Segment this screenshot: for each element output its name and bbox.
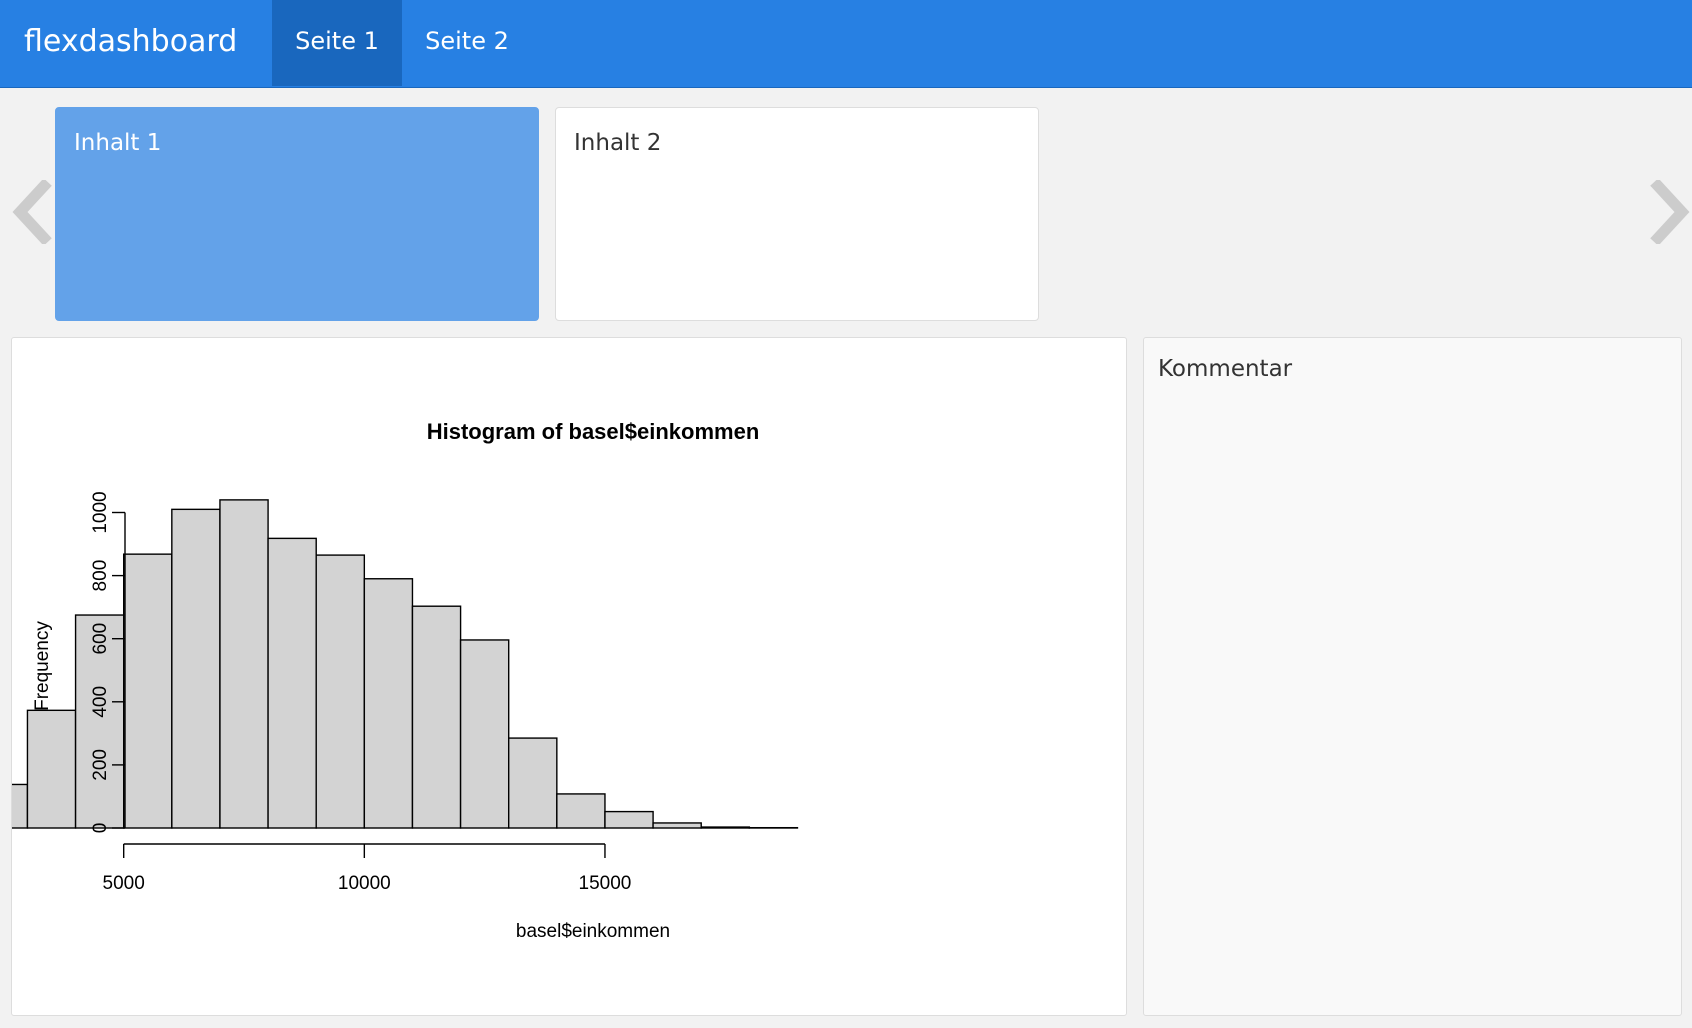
card-title: Inhalt 2 bbox=[574, 130, 662, 156]
card-inhalt-2[interactable]: Inhalt 2 bbox=[555, 107, 1039, 321]
histogram-chart: Histogram of basel$einkommen basel$einko… bbox=[0, 419, 799, 942]
tab-seite-1[interactable]: Seite 1 bbox=[272, 0, 402, 86]
navbar: flexdashboard Seite 1 Seite 2 bbox=[0, 0, 1692, 88]
y-tick-label: 800 bbox=[90, 560, 111, 592]
histogram-bar bbox=[508, 737, 558, 829]
card-title: Inhalt 1 bbox=[74, 130, 162, 156]
comment-title: Kommentar bbox=[1158, 356, 1293, 382]
histogram-bar bbox=[219, 499, 269, 829]
histogram-bar bbox=[556, 793, 606, 829]
x-tick-label: 15000 bbox=[579, 873, 632, 894]
tab-seite-2[interactable]: Seite 2 bbox=[412, 0, 522, 86]
histogram-bar bbox=[604, 810, 654, 829]
y-tick-label: 600 bbox=[90, 623, 111, 655]
chart-panel: Histogram of basel$einkommen basel$einko… bbox=[0, 337, 1127, 1016]
card-inhalt-1[interactable]: Inhalt 1 bbox=[55, 107, 539, 321]
y-tick-label: 1000 bbox=[90, 491, 111, 533]
histogram-bar bbox=[26, 709, 77, 829]
comment-panel: Kommentar bbox=[1143, 337, 1682, 1016]
y-tick-label: 400 bbox=[90, 686, 111, 718]
y-tick-label: 200 bbox=[90, 749, 111, 781]
histogram-bar bbox=[122, 553, 173, 829]
histogram-bar bbox=[267, 537, 317, 829]
histogram-bar bbox=[459, 639, 510, 829]
histogram-bar bbox=[0, 783, 29, 829]
x-tick-label: 10000 bbox=[338, 873, 391, 894]
histogram-bar bbox=[411, 605, 462, 829]
histogram-bar bbox=[171, 508, 221, 829]
y-axis-label: Frequency bbox=[32, 621, 53, 711]
brand-title[interactable]: flexdashboard bbox=[24, 18, 237, 66]
chevron-left-icon[interactable] bbox=[12, 178, 52, 246]
x-axis-label: basel$einkommen bbox=[516, 921, 670, 942]
histogram-bar bbox=[652, 822, 702, 829]
histogram-bar bbox=[363, 578, 414, 829]
histogram-bar bbox=[700, 826, 751, 829]
chevron-right-icon[interactable] bbox=[1650, 178, 1690, 246]
x-tick-label: 5000 bbox=[103, 873, 145, 894]
histogram-bar bbox=[315, 554, 366, 829]
chart-title: Histogram of basel$einkommen bbox=[427, 419, 760, 444]
y-tick-label: 0 bbox=[90, 823, 111, 834]
